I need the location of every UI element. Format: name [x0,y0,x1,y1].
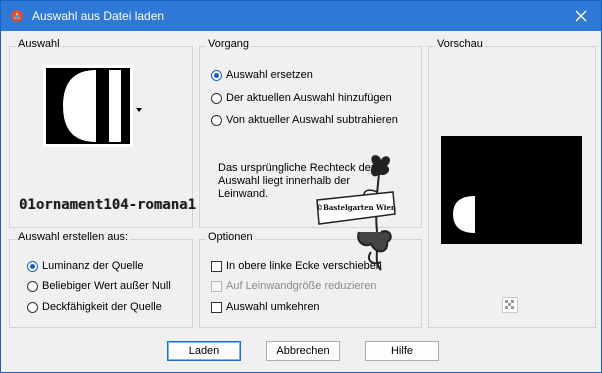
transparency-checker-icon[interactable] [502,297,518,313]
radio-auswahl-hinzufuegen[interactable]: Der aktuellen Auswahl hinzufügen [211,92,392,104]
checkbox-label: Auf Leinwandgröße reduzieren [226,280,377,292]
radio-label: Von aktueller Auswahl subtrahieren [226,114,398,126]
close-icon [575,10,587,22]
checkbox [211,260,222,272]
radio-auswahl-subtrahieren[interactable]: Von aktueller Auswahl subtrahieren [211,114,398,126]
radio-luminanz[interactable]: Luminanz der Quelle [27,260,144,272]
preview-canvas [441,136,582,244]
radio-dot [211,69,222,81]
checkbox [211,301,222,313]
radio-dot [211,114,222,126]
radio-dot [27,280,38,292]
checkbox-label: Auswahl umkehren [226,301,320,313]
app-icon [10,9,24,23]
vorgang-group-title: Vorgang [206,38,251,50]
vorschau-group-title: Vorschau [435,38,485,50]
radio-dot [27,301,38,313]
radio-label: Auswahl ersetzen [226,69,313,81]
radio-beliebiger-wert[interactable]: Beliebiger Wert außer Null [27,280,171,292]
radio-label: Der aktuellen Auswahl hinzufügen [226,92,392,104]
radio-auswahl-ersetzen[interactable]: Auswahl ersetzen [211,69,313,81]
window-title: Auswahl aus Datei laden [32,9,165,23]
checkbox [211,280,222,292]
auswahl-group-title: Auswahl [16,38,62,50]
erstellen-group-title: Auswahl erstellen aus: [16,231,131,243]
radio-deckfaehigkeit[interactable]: Deckfähigkeit der Quelle [27,301,162,313]
selection-thumbnail[interactable] [43,65,133,147]
radio-dot [27,260,38,272]
close-button[interactable] [561,1,601,31]
ornament-stamp: ©Bastelgarten Wien [315,152,399,274]
dialog-window: Auswahl aus Datei laden Auswahl Vorgang … [0,0,602,373]
hilfe-button[interactable]: Hilfe [365,341,439,361]
radio-label: Beliebiger Wert außer Null [42,280,171,292]
dropdown-arrow-icon[interactable] [136,103,142,115]
laden-button[interactable]: Laden [167,341,241,361]
check-auswahl-umkehren[interactable]: Auswahl umkehren [211,301,320,313]
radio-dot [211,92,222,104]
radio-label: Luminanz der Quelle [42,260,144,272]
abbrechen-button[interactable]: Abbrechen [266,341,340,361]
watermark-text: 01ornament104-romana1 [19,197,197,213]
optionen-group-title: Optionen [206,231,255,243]
check-leinwandgroesse[interactable]: Auf Leinwandgröße reduzieren [211,280,376,292]
title-bar: Auswahl aus Datei laden [1,1,601,31]
radio-label: Deckfähigkeit der Quelle [42,301,162,313]
ornament-stamp-caption: ©Bastelgarten Wien [316,203,396,212]
vorschau-group: Vorschau [428,38,596,328]
